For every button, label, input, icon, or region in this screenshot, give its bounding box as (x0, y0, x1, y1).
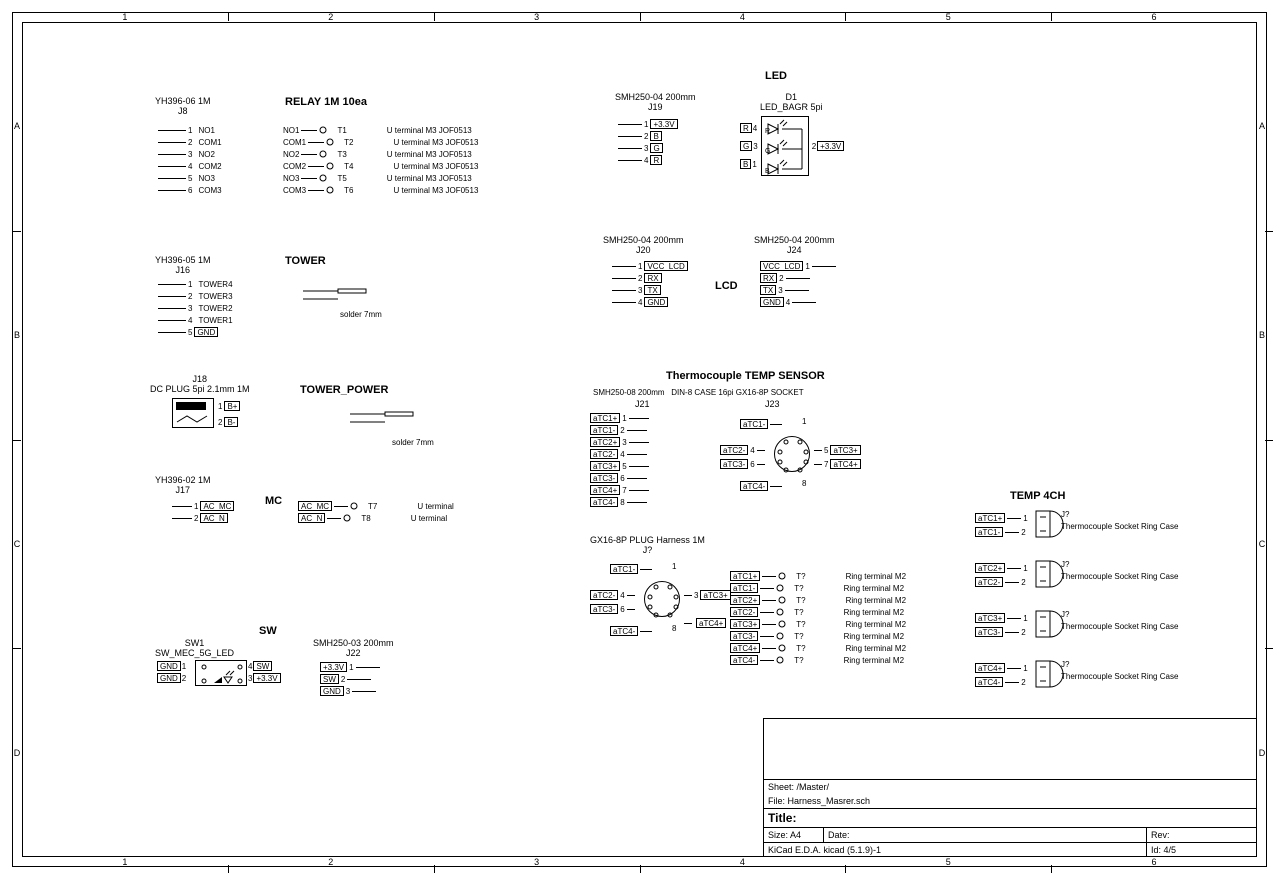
led-symbol: R4 G3 B1 R G B 2+3.3V (740, 116, 844, 176)
tower-header: TOWER (285, 255, 326, 267)
svg-text:B: B (765, 168, 770, 175)
sw-right-labels: 4SW 3+3.3V (248, 661, 281, 683)
tower-note: solder 7mm (340, 310, 382, 319)
lcd-pins1: 1VCC_LCD2RX3TX4GND (612, 260, 688, 308)
temp4ch-items: aTC1+1 aTC1-2 J? Thermocouple Socket Rin… (975, 510, 1235, 710)
lcd-header: LCD (715, 280, 738, 292)
relay-conn-label: YH396-06 1M J8 (155, 96, 211, 116)
led-conn-label: SMH250-04 200mm J19 (615, 92, 696, 112)
thermo-din1: aTC1-1 aTC2-4 aTC3-6 aTC4-8 5aTC3+ 7aTC4… (720, 418, 880, 500)
sw-conn-label: SMH250-03 200mm J22 (313, 638, 394, 658)
led-header: LED (765, 70, 787, 82)
thermo-header: Thermocouple TEMP SENSOR (666, 370, 825, 382)
led-pins: 1+3.3V2B3G4R (618, 118, 678, 166)
sw-header: SW (259, 625, 277, 637)
lcd-conn1-label: SMH250-04 200mm J20 (603, 235, 684, 255)
thermo-plug-label: GX16-8P PLUG Harness 1M J? (590, 535, 705, 555)
thermo-outs: aTC1+T?Ring terminal M2aTC1-T?Ring termi… (730, 570, 906, 666)
lcd-conn2-label: SMH250-04 200mm J24 (754, 235, 835, 255)
tower-power-conn-label: J18 DC PLUG 5pi 2.1mm 1M (150, 374, 250, 394)
tower-conn-label: YH396-05 1M J16 (155, 255, 211, 275)
lcd-pins2: VCC_LCD1RX2TX3GND4 (760, 260, 836, 308)
tower-pins: 1TOWER42TOWER33TOWER24TOWER15GND (158, 278, 233, 338)
mc-pins: 1AC_MC2AC_N (172, 500, 234, 524)
sw-symbol: GND1 GND2 (157, 661, 186, 683)
tower-power-sym2 (350, 408, 430, 440)
sw-conn-pins: +3.3V1SW2GND3 (320, 661, 380, 697)
thermo-pins1: aTC1+1aTC1-2aTC2+3aTC2-4aTC3+5aTC3-6aTC4… (590, 412, 649, 508)
svg-text:R: R (765, 128, 770, 135)
svg-text:G: G (765, 148, 770, 155)
relay-outputs: NO1T1U terminal M3 JOF0513COM1T2U termin… (283, 124, 478, 196)
mc-outs: AC_MCT7U terminalAC_NT8U terminal (298, 500, 454, 524)
title-block: Sheet: /Master/ File: Harness_Masrer.sch… (763, 718, 1257, 857)
tower-power-symbol (172, 398, 214, 428)
mc-conn-label: YH396-02 1M J17 (155, 475, 211, 495)
thermo-conn1-label: SMH250-08 200mm DIN-8 CASE 16pi GX16-8P … (593, 388, 804, 397)
thermo-conn2-ref: J23 (765, 399, 780, 409)
tower-power-header: TOWER_POWER (300, 384, 388, 396)
relay-header: RELAY 1M 10ea (285, 96, 367, 108)
mc-header: MC (265, 495, 282, 507)
led-d-label: D1 LED_BAGR 5pi (760, 92, 823, 112)
relay-pins: 1NO12COM13NO24COM25NO36COM3 (158, 124, 222, 196)
tower-power-note: solder 7mm (392, 438, 434, 447)
temp4ch-header: TEMP 4CH (1010, 490, 1065, 502)
sw-label: SW1 SW_MEC_5G_LED (155, 638, 234, 658)
thermo-conn1-ref: J21 (635, 399, 650, 409)
thermo-din2: aTC1-1 aTC2-4 aTC3-6 aTC4-8 3aTC3+ aTC4+ (590, 563, 750, 645)
tower-power-pins: 1B+2B- (218, 398, 240, 430)
